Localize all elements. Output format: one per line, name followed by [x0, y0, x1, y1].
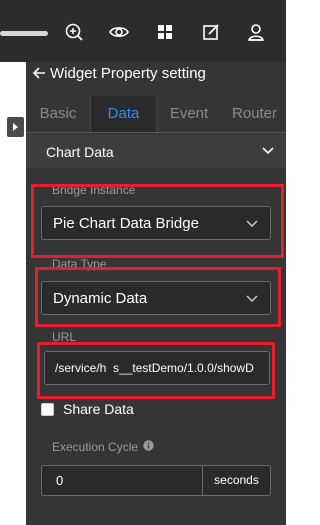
zoom-slider[interactable]: [0, 31, 48, 36]
chevron-down-icon: [262, 147, 274, 155]
chevron-down-icon: [246, 220, 258, 227]
canvas-gutter: [0, 62, 27, 525]
collapse-panel-button[interactable]: [7, 117, 24, 137]
bridge-instance-select[interactable]: Pie Chart Data Bridge: [41, 206, 271, 240]
execution-cycle-label: Execution Cycle: [52, 440, 139, 454]
caret-right-icon: [13, 123, 18, 131]
data-type-value: Dynamic Data: [53, 290, 148, 307]
widget-property-panel: Widget Property setting Basic Data Event…: [26, 62, 286, 525]
data-type-select[interactable]: Dynamic Data: [41, 281, 271, 315]
tab-router[interactable]: Router: [223, 96, 286, 132]
bridge-instance-value: Pie Chart Data Bridge: [53, 215, 199, 232]
chart-data-section-header[interactable]: Chart Data: [26, 134, 286, 168]
tab-basic[interactable]: Basic: [26, 96, 90, 132]
back-arrow-icon[interactable]: [30, 64, 46, 82]
share-data-checkbox[interactable]: [41, 403, 54, 416]
panel-title: Widget Property setting: [50, 65, 206, 82]
user-icon[interactable]: [245, 21, 267, 43]
share-data-label: Share Data: [63, 401, 134, 417]
property-tabs: Basic Data Event Router: [26, 96, 286, 133]
chevron-down-icon: [246, 295, 258, 302]
panel-header: Widget Property setting: [26, 62, 286, 88]
section-title: Chart Data: [46, 144, 114, 160]
grid-icon[interactable]: [154, 21, 176, 43]
tab-event[interactable]: Event: [155, 96, 223, 132]
eye-icon[interactable]: [108, 21, 130, 43]
info-icon[interactable]: [143, 440, 154, 451]
top-toolbar: [0, 0, 286, 62]
data-type-label: Data Type: [52, 257, 107, 271]
url-label: URL: [52, 330, 77, 344]
execution-cycle-input[interactable]: [41, 465, 202, 496]
tab-data[interactable]: Data: [90, 96, 157, 132]
execution-cycle-unit: seconds: [202, 465, 271, 496]
bridge-instance-label: Bridge Instance: [52, 183, 136, 197]
url-input[interactable]: [44, 351, 270, 385]
zoom-in-icon[interactable]: [63, 21, 85, 43]
edit-icon[interactable]: [200, 21, 222, 43]
